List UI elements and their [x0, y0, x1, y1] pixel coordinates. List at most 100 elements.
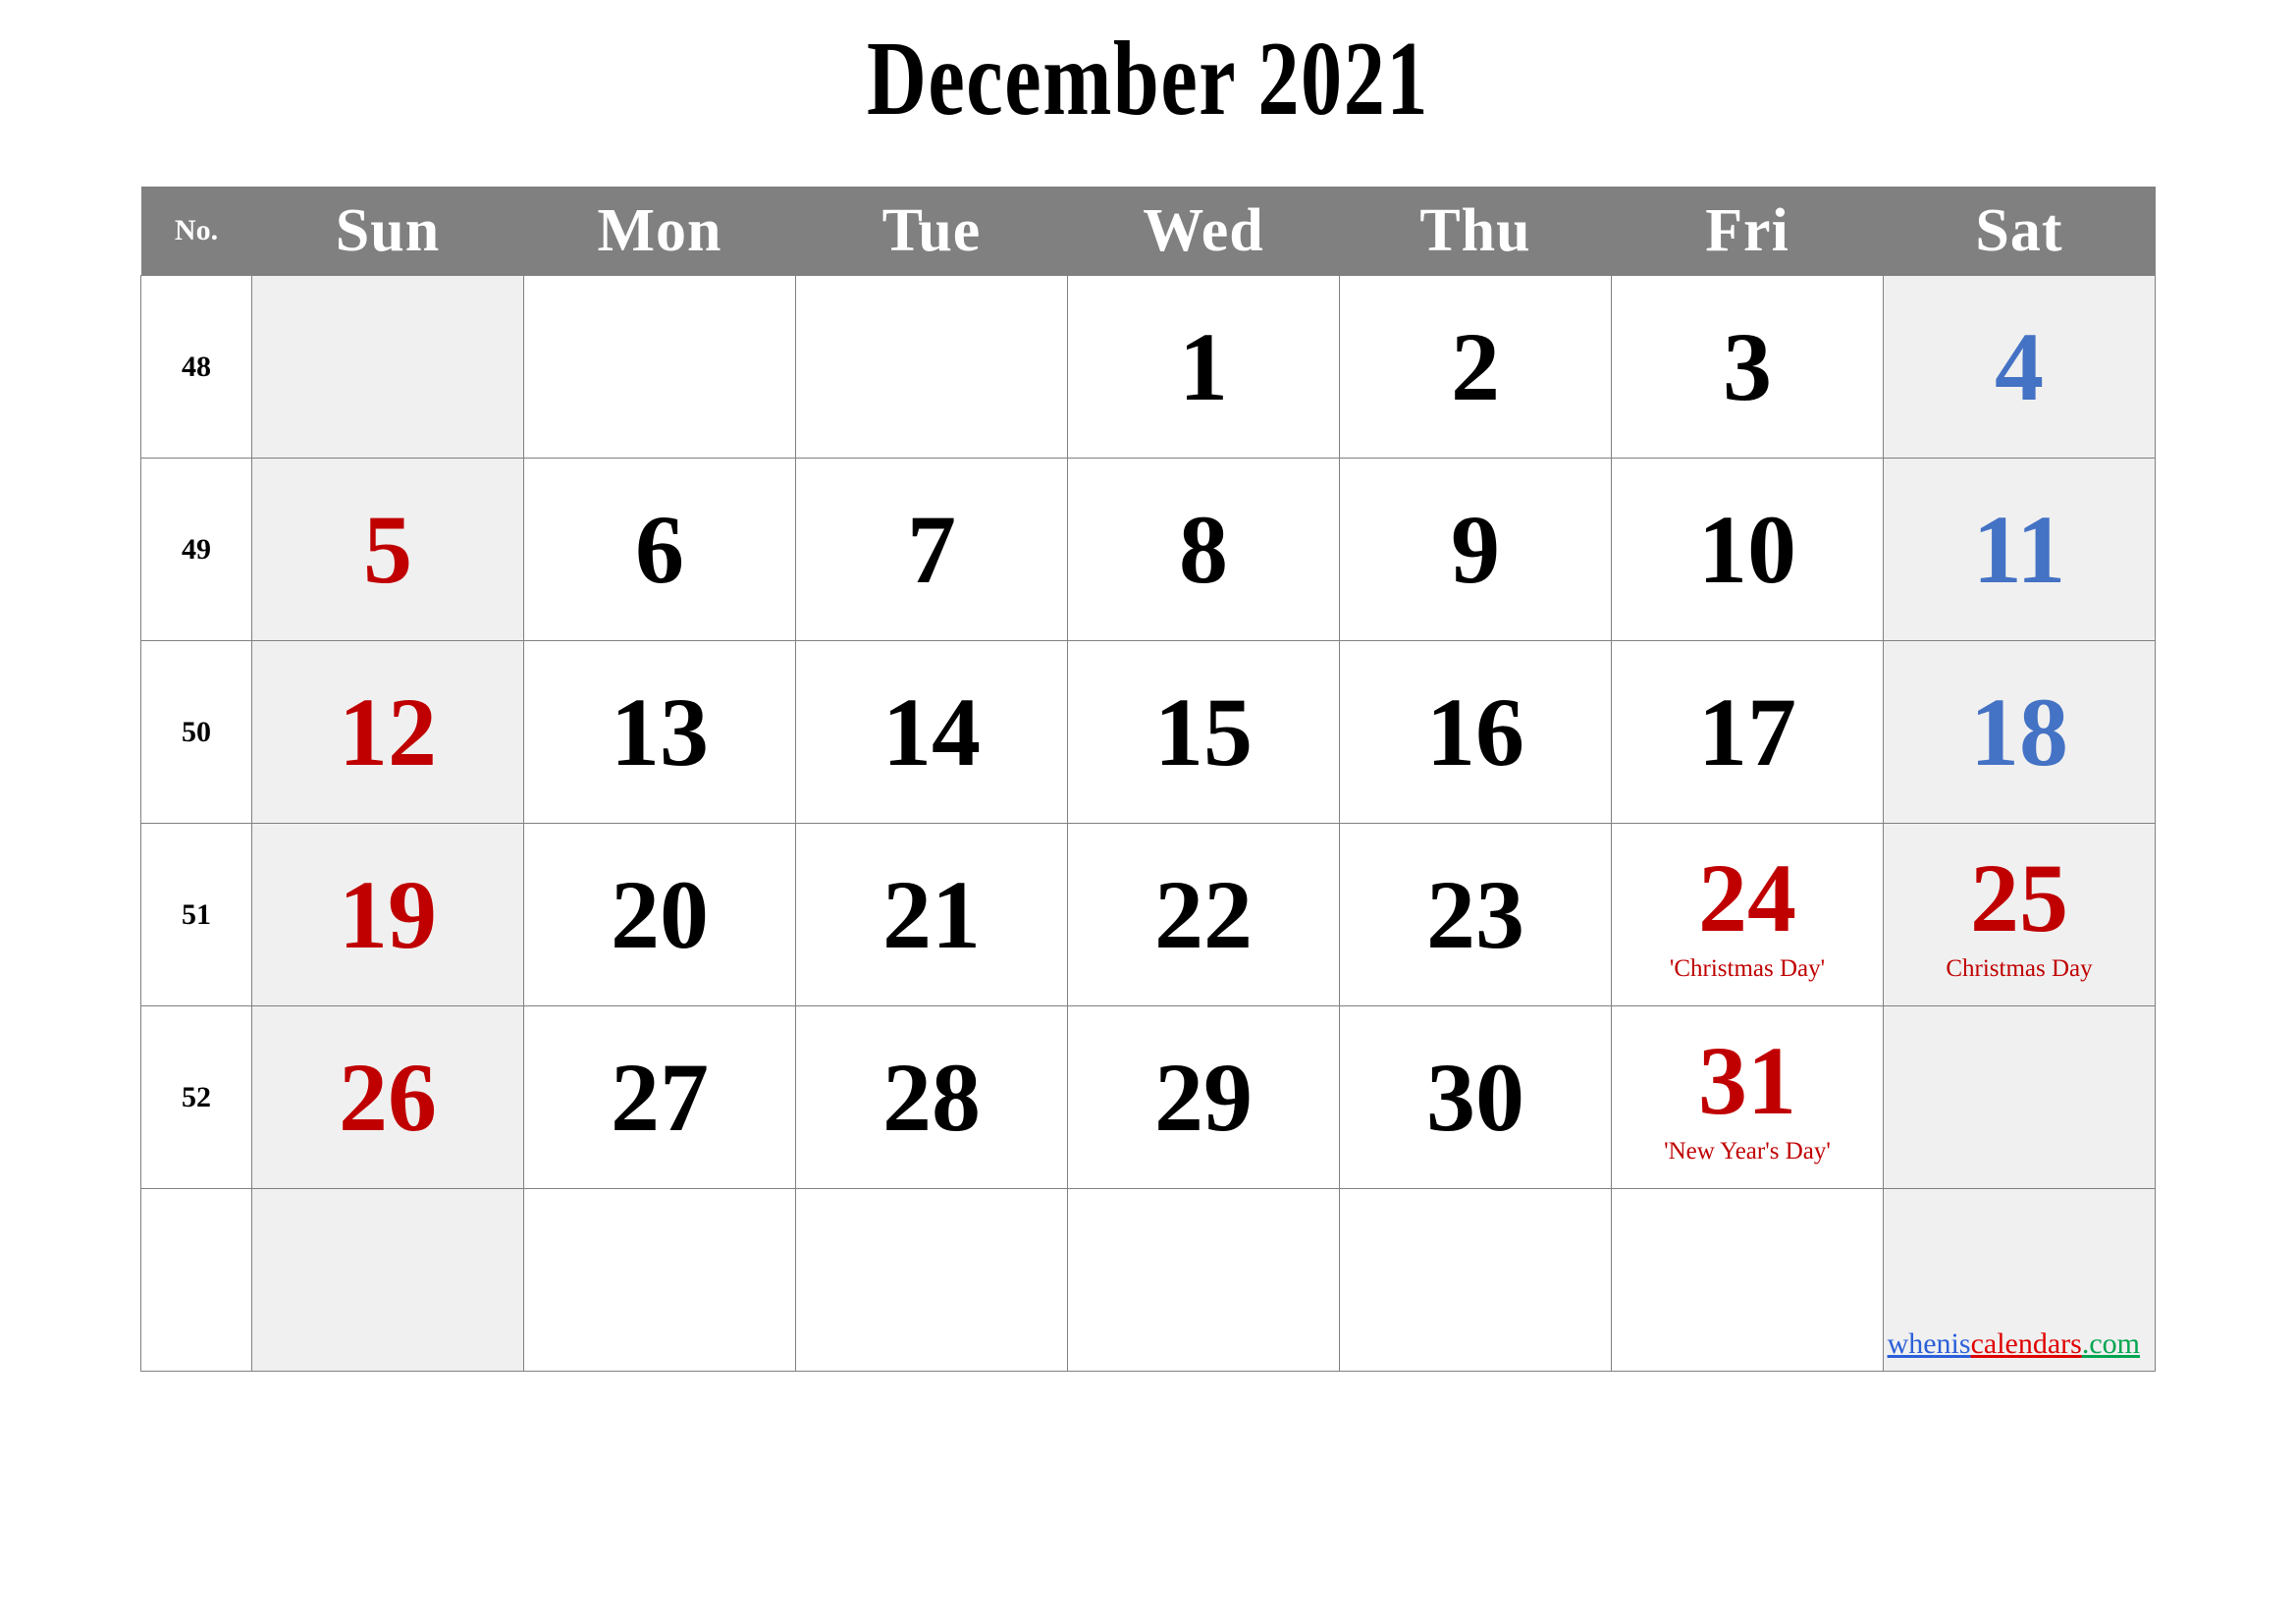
- calendar-day-cell[interactable]: 5: [251, 458, 524, 641]
- day-cell-content: [1612, 1189, 1883, 1371]
- day-number: 3: [1723, 311, 1772, 421]
- holiday-label: 'New Year's Day': [1664, 1137, 1831, 1164]
- calendar-day-cell[interactable]: 15: [1067, 640, 1340, 824]
- watermark-part-1: whenis: [1887, 1327, 1971, 1360]
- day-cell-content: 8: [1068, 459, 1339, 640]
- calendar-day-cell[interactable]: 13: [523, 640, 796, 824]
- calendar-day-cell[interactable]: [251, 275, 524, 459]
- day-number: 18: [1970, 677, 2068, 786]
- calendar-day-cell[interactable]: 9: [1339, 458, 1612, 641]
- day-cell-content: 7: [796, 459, 1067, 640]
- calendar-header: No. Sun Mon Tue Wed Thu Fri Sat: [140, 187, 2156, 276]
- calendar-day-cell[interactable]: 4: [1883, 275, 2156, 459]
- weekday-header-tue: Tue: [795, 187, 1068, 276]
- day-cell-content: 16: [1340, 641, 1611, 823]
- calendar-day-cell[interactable]: 21: [795, 823, 1068, 1006]
- calendar-week-row: [140, 1188, 2156, 1372]
- calendar-day-cell[interactable]: 29: [1067, 1005, 1340, 1189]
- day-cell-content: 30: [1340, 1006, 1611, 1188]
- page-title: December 2021: [866, 21, 1430, 137]
- calendar-day-cell[interactable]: 1: [1067, 275, 1340, 459]
- calendar-day-cell[interactable]: 24 'Christmas Day': [1611, 823, 1884, 1006]
- day-cell-content: 18: [1884, 641, 2155, 823]
- day-cell-content: 1: [1068, 276, 1339, 458]
- day-cell-content: 24 'Christmas Day': [1612, 824, 1883, 1005]
- week-number-header: No.: [140, 187, 252, 276]
- day-cell-content: 20: [524, 824, 795, 1005]
- calendar-day-cell[interactable]: 30: [1339, 1005, 1612, 1189]
- calendar-day-cell[interactable]: [523, 275, 796, 459]
- day-cell-content: 6: [524, 459, 795, 640]
- day-cell-content: 21: [796, 824, 1067, 1005]
- calendar-day-cell[interactable]: [523, 1188, 796, 1372]
- day-cell-content: [1068, 1189, 1339, 1371]
- day-cell-content: 25 Christmas Day: [1884, 824, 2155, 1005]
- calendar-day-cell[interactable]: 12: [251, 640, 524, 824]
- day-number: 16: [1426, 677, 1524, 786]
- day-cell-content: [1340, 1189, 1611, 1371]
- calendar-day-cell[interactable]: 22: [1067, 823, 1340, 1006]
- day-cell-content: [252, 1189, 523, 1371]
- day-cell-content: 2: [1340, 276, 1611, 458]
- calendar-day-cell[interactable]: 2: [1339, 275, 1612, 459]
- watermark-part-2: calendars: [1970, 1327, 2082, 1360]
- calendar-day-cell[interactable]: 26: [251, 1005, 524, 1189]
- day-number: 21: [882, 859, 981, 969]
- day-cell-content: [796, 1189, 1067, 1371]
- calendar-day-cell[interactable]: 27: [523, 1005, 796, 1189]
- calendar-week-row: 51 19 20 21 22 23 24 'Christmas Day' 25 Christmas…: [140, 823, 2156, 1006]
- day-cell-content: 27: [524, 1006, 795, 1188]
- day-number: 5: [363, 494, 412, 604]
- watermark-link[interactable]: wheniscalendars.com: [1888, 1328, 2140, 1360]
- calendar-day-cell[interactable]: 20: [523, 823, 796, 1006]
- calendar-day-cell[interactable]: 18: [1883, 640, 2156, 824]
- calendar-day-cell[interactable]: [251, 1188, 524, 1372]
- week-number-cell: 48: [140, 275, 252, 459]
- day-cell-content: 10: [1612, 459, 1883, 640]
- day-cell-content: 31 'New Year's Day': [1612, 1006, 1883, 1188]
- day-cell-content: 13: [524, 641, 795, 823]
- calendar-day-cell[interactable]: [795, 275, 1068, 459]
- day-cell-content: 14: [796, 641, 1067, 823]
- day-cell-content: 12: [252, 641, 523, 823]
- calendar-day-cell[interactable]: [1883, 1005, 2156, 1189]
- day-cell-content: 29: [1068, 1006, 1339, 1188]
- day-cell-content: 4: [1884, 276, 2155, 458]
- calendar-day-cell[interactable]: 14: [795, 640, 1068, 824]
- calendar-day-cell[interactable]: 10: [1611, 458, 1884, 641]
- day-number: 25: [1970, 842, 2068, 952]
- day-cell-content: [252, 276, 523, 458]
- calendar-day-cell[interactable]: 6: [523, 458, 796, 641]
- calendar-day-cell[interactable]: 7: [795, 458, 1068, 641]
- calendar-day-cell[interactable]: [1611, 1188, 1884, 1372]
- calendar-day-cell[interactable]: 25 Christmas Day: [1883, 823, 2156, 1006]
- day-cell-content: 28: [796, 1006, 1067, 1188]
- calendar-day-cell[interactable]: 17: [1611, 640, 1884, 824]
- day-cell-content: [1884, 1006, 2155, 1188]
- day-cell-content: 11: [1884, 459, 2155, 640]
- calendar-week-row: 48 1 2 3 4: [140, 275, 2156, 459]
- day-number: 29: [1154, 1042, 1253, 1152]
- calendar-day-cell[interactable]: 31 'New Year's Day': [1611, 1005, 1884, 1189]
- holiday-label: Christmas Day: [1946, 954, 2093, 982]
- day-number: 13: [611, 677, 709, 786]
- day-cell-content: 9: [1340, 459, 1611, 640]
- week-number-cell: 52: [140, 1005, 252, 1189]
- calendar-day-cell[interactable]: [795, 1188, 1068, 1372]
- calendar-day-cell[interactable]: 23: [1339, 823, 1612, 1006]
- day-number: 6: [635, 494, 684, 604]
- day-cell-content: 23: [1340, 824, 1611, 1005]
- calendar-day-cell[interactable]: 8: [1067, 458, 1340, 641]
- week-number-cell: [140, 1188, 252, 1372]
- calendar-day-cell[interactable]: [1339, 1188, 1612, 1372]
- calendar-day-cell[interactable]: 28: [795, 1005, 1068, 1189]
- calendar-day-cell[interactable]: 16: [1339, 640, 1612, 824]
- calendar-day-cell[interactable]: 3: [1611, 275, 1884, 459]
- calendar-day-cell[interactable]: 19: [251, 823, 524, 1006]
- week-number-cell: 49: [140, 458, 252, 641]
- day-number: 31: [1698, 1025, 1796, 1135]
- week-number-cell: 51: [140, 823, 252, 1006]
- day-number: 19: [339, 859, 437, 969]
- calendar-day-cell[interactable]: 11: [1883, 458, 2156, 641]
- calendar-day-cell[interactable]: [1067, 1188, 1340, 1372]
